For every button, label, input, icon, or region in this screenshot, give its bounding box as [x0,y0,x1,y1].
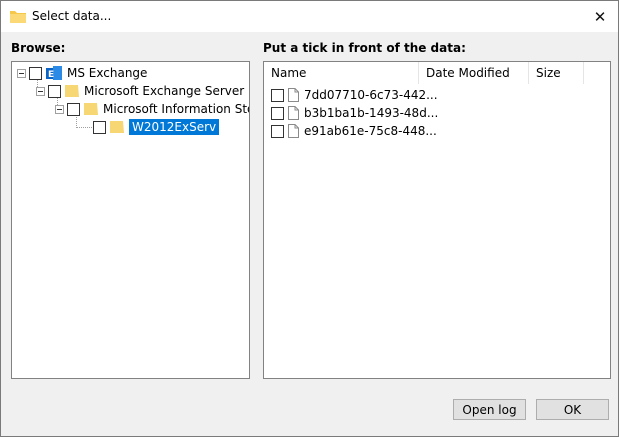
data-label: Put a tick in front of the data: [263,41,466,55]
tree-checkbox[interactable] [67,102,80,116]
tree-item-exchange-server[interactable]: Microsoft Exchange Server [36,82,244,100]
tree-item-ms-exchange[interactable]: E MS Exchange [17,64,147,82]
file-name: b3b1ba1b-1493-48d... [304,106,439,120]
folder-icon [84,103,98,115]
collapse-icon[interactable] [36,86,45,96]
column-header-size[interactable]: Size [529,62,584,84]
tree-item-label: W2012ExServ [129,119,220,135]
column-header-date-modified[interactable]: Date Modified [419,62,529,84]
file-checkbox[interactable] [271,106,284,120]
exchange-icon: E [46,66,62,80]
tree-item-information-store[interactable]: Microsoft Information Store [55,100,249,118]
file-name: e91ab61e-75c8-448... [304,124,437,138]
open-log-button[interactable]: Open log [453,399,526,420]
browse-label: Browse: [11,41,66,55]
file-row[interactable]: b3b1ba1b-1493-48d... [271,104,438,122]
ok-button[interactable]: OK [536,399,609,420]
column-header-name[interactable]: Name [264,62,419,84]
title-bar: Select data... ✕ [1,1,618,32]
document-icon [288,88,299,102]
tree-checkbox[interactable] [93,120,106,134]
document-icon [288,124,299,138]
tree-item-label: Microsoft Exchange Server [84,84,245,98]
folder-icon [110,121,124,133]
file-checkbox[interactable] [271,88,284,102]
collapse-icon[interactable] [55,104,64,114]
folder-icon [65,85,79,97]
tree-item-w2012exserv[interactable]: W2012ExServ [93,118,220,136]
browse-tree[interactable]: E MS Exchange Microsoft Exchange Server … [11,61,250,379]
file-row[interactable]: 7dd07710-6c73-442... [271,86,438,104]
collapse-icon[interactable] [17,68,26,78]
select-data-dialog: Select data... ✕ Browse: E MS Exchange M… [0,0,619,437]
close-button[interactable]: ✕ [582,1,618,32]
close-icon: ✕ [593,7,607,26]
tree-item-label: MS Exchange [67,66,148,80]
file-row[interactable]: e91ab61e-75c8-448... [271,122,437,140]
document-icon [288,106,299,120]
tree-checkbox[interactable] [48,84,61,98]
folder-icon [10,11,26,23]
file-name: 7dd07710-6c73-442... [304,88,438,102]
file-checkbox[interactable] [271,124,284,138]
window-title: Select data... [32,9,112,23]
tree-item-label: Microsoft Information Store [103,102,249,116]
svg-text:E: E [48,70,54,80]
file-list[interactable]: Name Date Modified Size 7dd07710-6c73-44… [263,61,611,379]
tree-checkbox[interactable] [29,66,42,80]
